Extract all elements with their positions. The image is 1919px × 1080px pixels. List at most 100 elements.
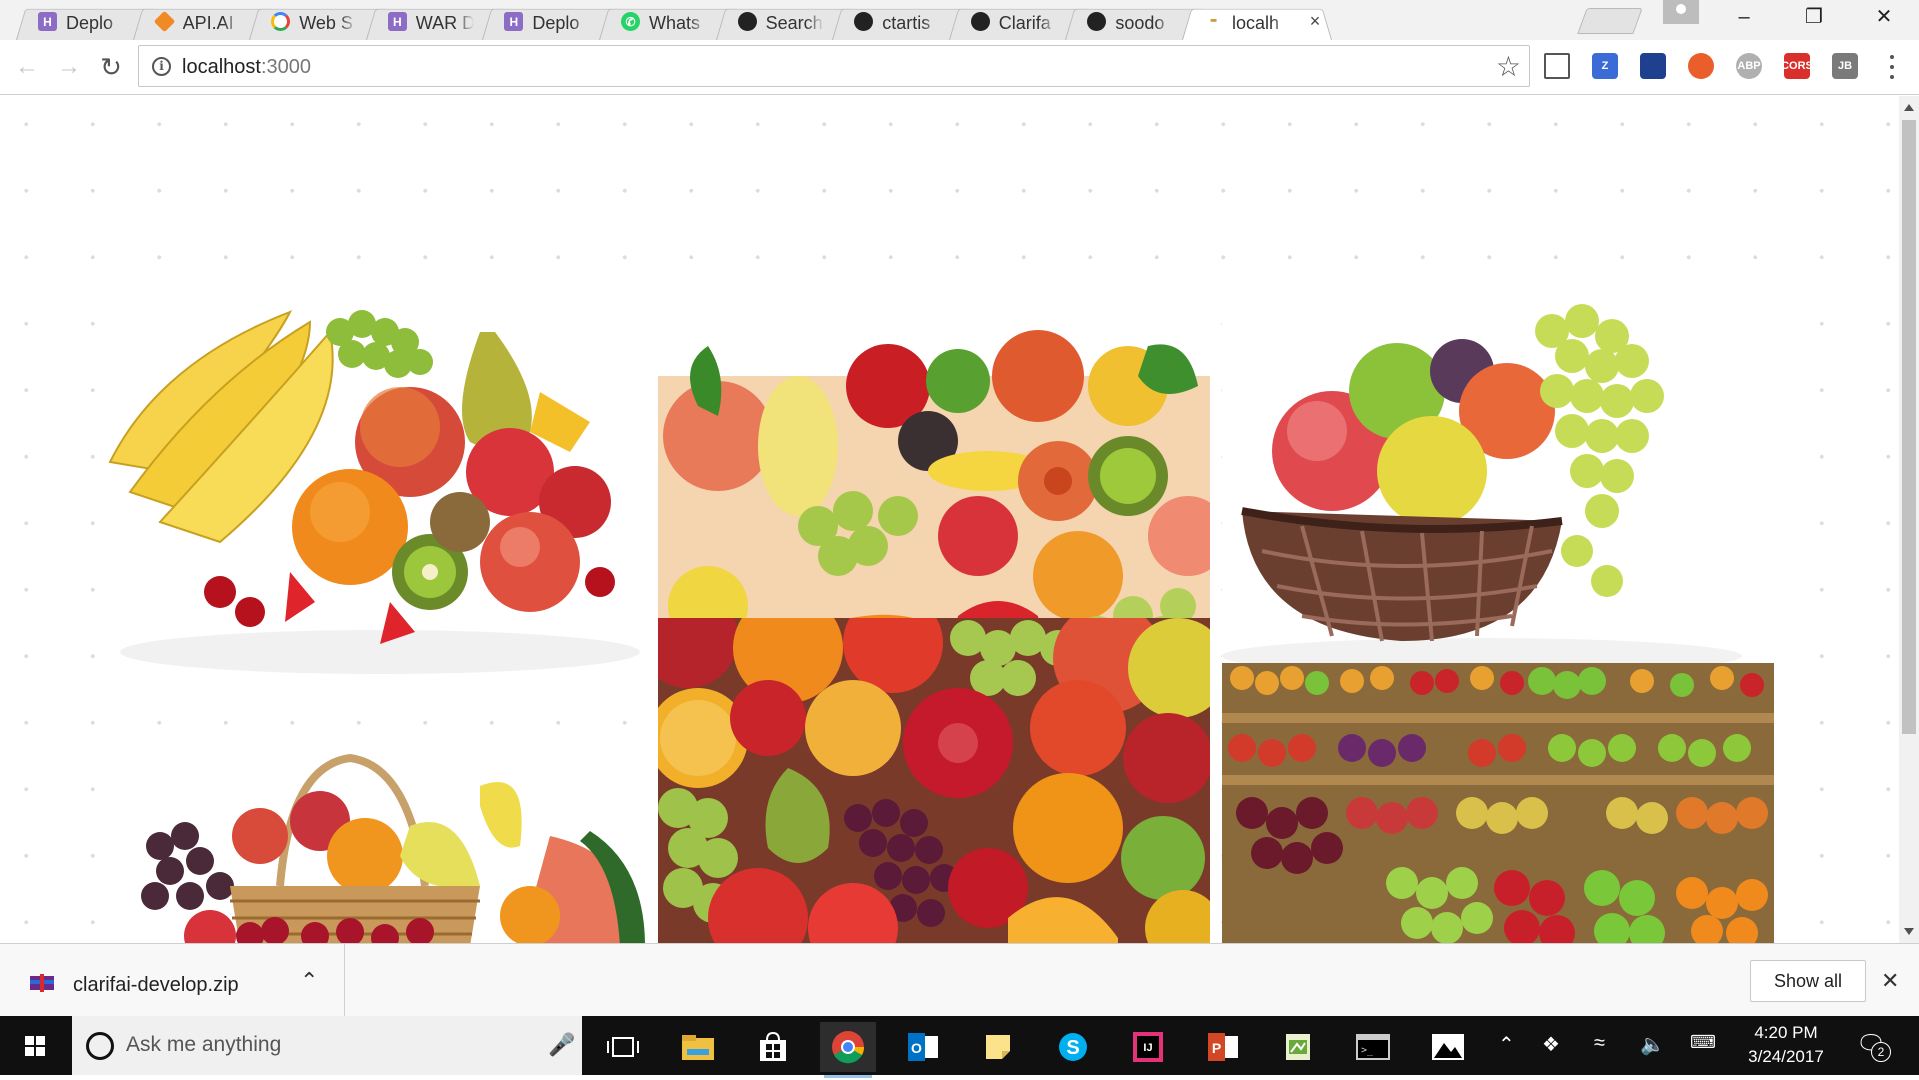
svg-text:O: O xyxy=(911,1040,922,1056)
microphone-icon[interactable]: 🎤 xyxy=(548,1032,575,1058)
minimize-window-button[interactable]: – xyxy=(1709,0,1779,34)
tab-title: soodo xyxy=(1115,13,1165,33)
address-bar-url[interactable]: localhost:3000 xyxy=(182,56,311,79)
spreadsheet-icon xyxy=(1286,1034,1310,1060)
photos-app[interactable] xyxy=(1420,1022,1476,1072)
dropbox-icon[interactable]: ❖ xyxy=(1542,1032,1560,1057)
cors-icon[interactable]: CORS xyxy=(1781,53,1813,79)
wicker-fruit-basket-photo xyxy=(100,746,652,943)
folder-icon xyxy=(682,1035,714,1060)
tab-title: ctartis xyxy=(882,13,931,33)
outlook-icon: O xyxy=(908,1033,938,1061)
reload-button[interactable]: ↻ xyxy=(94,50,128,84)
cors-label: CORS xyxy=(1781,60,1813,72)
show-all-downloads-button[interactable]: Show all xyxy=(1750,960,1866,1002)
site-info-icon[interactable]: i xyxy=(152,57,171,76)
download-shelf: clarifai-develop.zip ⌃ Show all ✕ xyxy=(0,943,1919,1017)
task-view-button[interactable] xyxy=(595,1022,651,1072)
show-hidden-icons-chevron-icon[interactable]: ⌃ xyxy=(1498,1032,1515,1057)
tab-title: Web S xyxy=(299,13,353,33)
zotero-label: Z xyxy=(1601,60,1609,72)
windows-logo-icon xyxy=(25,1036,45,1056)
restore-window-button[interactable]: ❐ xyxy=(1779,0,1849,34)
terminal-app[interactable]: >_ xyxy=(1345,1022,1401,1072)
url-port-text: :3000 xyxy=(260,56,311,78)
fruit-basket-grapes-photo xyxy=(1222,261,1774,691)
forward-button[interactable]: → xyxy=(52,50,86,84)
store-app[interactable] xyxy=(745,1022,801,1072)
kangaroo-icon: ⁃ xyxy=(1204,11,1223,31)
powerpoint-icon: P xyxy=(1208,1033,1238,1061)
browser-toolbar: ← → ↻ i localhost:3000 ☆ Z ABP CORS JB xyxy=(0,40,1919,95)
spreadsheet-app[interactable] xyxy=(1270,1022,1326,1072)
skype-app[interactable]: S xyxy=(1045,1022,1101,1072)
scroll-down-arrow-icon[interactable] xyxy=(1904,928,1914,935)
page-viewport xyxy=(0,96,1899,943)
powerpoint-app[interactable]: P xyxy=(1195,1022,1251,1072)
svg-text:P: P xyxy=(1212,1040,1221,1056)
mixed-fruit-closeup-photo xyxy=(658,618,1210,943)
action-center-button[interactable]: 🗨 2 xyxy=(1856,1030,1891,1062)
task-view-icon xyxy=(607,1037,639,1057)
skype-icon: S xyxy=(1059,1033,1087,1061)
keyboard-icon[interactable]: ⌨ xyxy=(1690,1032,1716,1053)
active-app-indicator xyxy=(824,1075,872,1078)
jetbrains-icon[interactable]: JB xyxy=(1832,53,1858,79)
photos-icon xyxy=(1432,1034,1464,1060)
heroku-icon: H xyxy=(38,12,57,31)
profile-avatar-icon[interactable] xyxy=(1663,0,1699,24)
svg-text:S: S xyxy=(1066,1037,1079,1059)
url-host-text: localhost xyxy=(182,56,261,78)
search-placeholder: Ask me anything xyxy=(126,1033,282,1056)
tab-title: Clarifa xyxy=(998,13,1051,33)
zip-archive-icon xyxy=(30,974,54,992)
close-download-shelf-icon[interactable]: ✕ xyxy=(1881,968,1899,994)
sticky-notes-app[interactable] xyxy=(970,1022,1026,1072)
store-bag-icon xyxy=(760,1032,786,1061)
tab-close-icon[interactable]: × xyxy=(1306,12,1324,30)
address-bar[interactable]: i localhost:3000 ☆ xyxy=(138,45,1530,87)
chrome-icon xyxy=(832,1031,865,1064)
clock-date: 3/24/2017 xyxy=(1748,1047,1824,1066)
windows-taskbar: Ask me anything 🎤 O S IJ P >_ ⌃ ❖ ≈ 🔈 ⌨ xyxy=(0,1016,1919,1078)
flag-extension-icon[interactable] xyxy=(1640,53,1666,79)
adblock-plus-icon[interactable]: ABP xyxy=(1736,53,1762,79)
tab-title: Deplo xyxy=(532,13,580,33)
volume-icon[interactable]: 🔈 xyxy=(1640,1032,1665,1057)
zotero-icon[interactable]: Z xyxy=(1592,53,1618,79)
clock-time: 4:20 PM xyxy=(1754,1023,1818,1042)
scroll-thumb[interactable] xyxy=(1902,120,1916,734)
file-explorer-app[interactable] xyxy=(670,1022,726,1072)
jetbrains-label: JB xyxy=(1837,60,1853,72)
scroll-up-arrow-icon[interactable] xyxy=(1904,104,1914,111)
cortana-search-box[interactable]: Ask me anything 🎤 xyxy=(72,1016,582,1075)
adblock-plus-label: ABP xyxy=(1737,60,1761,72)
chevron-up-icon[interactable]: ⌃ xyxy=(300,968,318,994)
taskbar-clock[interactable]: 4:20 PM 3/24/2017 xyxy=(1730,1021,1842,1069)
svg-text:>_: >_ xyxy=(1361,1045,1374,1056)
intellij-icon: IJ xyxy=(1133,1032,1163,1062)
page-scrollbar[interactable] xyxy=(1899,96,1919,943)
tab-title: Whats xyxy=(649,13,701,33)
tab-title: Search xyxy=(765,13,823,33)
back-button[interactable]: ← xyxy=(10,50,44,84)
chrome-menu-icon[interactable] xyxy=(1886,52,1898,82)
sticky-note-icon xyxy=(986,1035,1010,1059)
heroku-icon: H xyxy=(387,12,407,31)
github-icon xyxy=(737,12,757,31)
bookmark-star-icon[interactable]: ☆ xyxy=(1496,50,1521,83)
colorful-extension-icon[interactable] xyxy=(1688,53,1714,79)
start-button[interactable] xyxy=(0,1016,70,1075)
wifi-icon[interactable]: ≈ xyxy=(1594,1032,1605,1055)
tab-10[interactable]: ⁃ localh × xyxy=(1182,4,1332,40)
terminal-icon: >_ xyxy=(1356,1034,1390,1060)
download-item[interactable]: clarifai-develop.zip ⌃ xyxy=(0,944,345,1017)
close-window-button[interactable]: ✕ xyxy=(1849,0,1919,34)
outlook-app[interactable]: O xyxy=(895,1022,951,1072)
new-tab-button[interactable] xyxy=(1577,8,1643,34)
chrome-app[interactable] xyxy=(820,1022,876,1078)
cast-icon[interactable] xyxy=(1544,53,1570,79)
heroku-icon: H xyxy=(504,12,524,31)
tab-title: WAR D xyxy=(415,13,474,33)
intellij-app[interactable]: IJ xyxy=(1120,1022,1176,1072)
